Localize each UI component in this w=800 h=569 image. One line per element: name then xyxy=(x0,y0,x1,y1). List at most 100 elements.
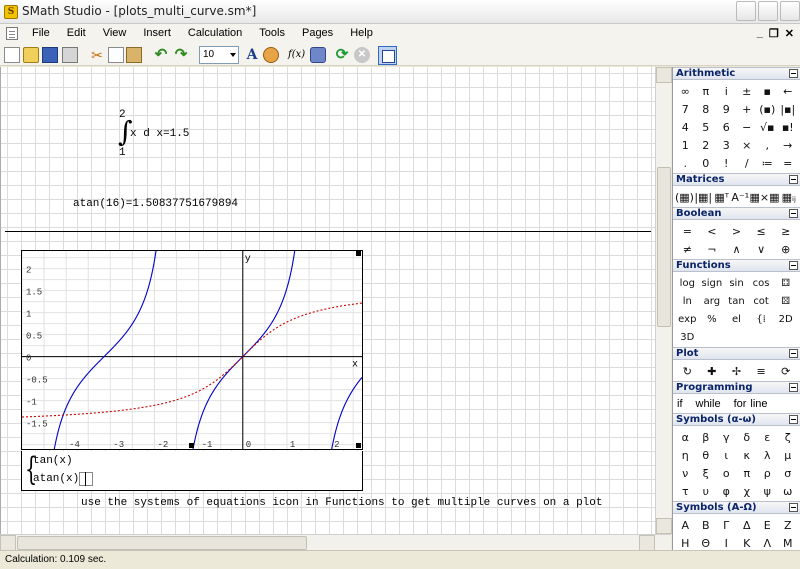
boolean-button[interactable]: = xyxy=(675,222,700,240)
mdi-close-button[interactable]: ✕ xyxy=(785,27,794,40)
save-icon[interactable] xyxy=(42,47,58,63)
font-size-select[interactable]: 10 xyxy=(199,46,239,64)
arithmetic-button[interactable]: , xyxy=(757,136,778,154)
greek-lower-button[interactable]: ρ xyxy=(757,464,778,482)
greek-lower-button[interactable]: β xyxy=(696,428,717,446)
function-button[interactable]: 3D xyxy=(675,328,700,346)
arithmetic-button[interactable]: i xyxy=(716,82,737,100)
greek-upper-button[interactable]: Γ xyxy=(716,516,737,534)
function-button[interactable]: exp xyxy=(675,310,700,328)
matrix-button[interactable]: ▦ᵢⱼ xyxy=(780,188,799,206)
greek-lower-button[interactable]: τ xyxy=(675,482,696,500)
atan-expression[interactable]: atan(16)=1.50837751679894 xyxy=(73,198,238,210)
plot-tool-button[interactable]: ⟳ xyxy=(773,362,798,380)
arithmetic-button[interactable]: π xyxy=(696,82,717,100)
text-format-icon[interactable]: A xyxy=(244,47,260,63)
greek-upper-button[interactable]: Α xyxy=(675,516,696,534)
document-icon[interactable] xyxy=(6,27,18,40)
resize-handle[interactable] xyxy=(356,443,361,448)
arithmetic-button[interactable]: ▪! xyxy=(778,118,799,136)
arithmetic-button[interactable]: √▪ xyxy=(757,118,778,136)
function-button[interactable]: log xyxy=(675,274,700,292)
arithmetic-button[interactable]: |▪| xyxy=(778,100,799,118)
function-button[interactable]: sign xyxy=(700,274,725,292)
greek-lower-button[interactable]: υ xyxy=(696,482,717,500)
greek-lower-button[interactable]: ι xyxy=(716,446,737,464)
greek-lower-button[interactable]: χ xyxy=(737,482,758,500)
arithmetic-button[interactable]: 6 xyxy=(716,118,737,136)
collapse-icon[interactable] xyxy=(789,415,798,424)
arithmetic-button[interactable]: ≔ xyxy=(757,154,778,172)
scroll-thumb[interactable] xyxy=(657,167,671,327)
function-button[interactable]: ⚄ xyxy=(773,292,798,310)
greek-upper-button[interactable]: Δ xyxy=(737,516,758,534)
plot-header[interactable]: Plot xyxy=(673,347,800,360)
menu-insert[interactable]: Insert xyxy=(143,27,171,39)
close-button[interactable] xyxy=(780,1,800,21)
collapse-icon[interactable] xyxy=(789,69,798,78)
minimize-button[interactable] xyxy=(736,1,756,21)
scroll-left-button[interactable] xyxy=(0,535,16,551)
boolean-button[interactable]: ⊕ xyxy=(773,240,798,258)
function-button[interactable]: ⚃ xyxy=(773,274,798,292)
arithmetic-button[interactable]: 7 xyxy=(675,100,696,118)
program-line-button[interactable]: line xyxy=(750,398,767,410)
new-file-icon[interactable] xyxy=(4,47,20,63)
scroll-up-button[interactable] xyxy=(656,67,672,83)
arithmetic-button[interactable]: ± xyxy=(737,82,758,100)
arithmetic-button[interactable]: 1 xyxy=(675,136,696,154)
boolean-button[interactable]: > xyxy=(724,222,749,240)
note-text[interactable]: use the systems of equations icon in Fun… xyxy=(81,497,603,509)
integral-expression[interactable]: 2 ∫ 1 x d x=1.5 xyxy=(118,109,208,161)
greek-lower-button[interactable]: α xyxy=(675,428,696,446)
menu-tools[interactable]: Tools xyxy=(259,27,285,39)
hand-icon[interactable] xyxy=(263,47,279,63)
greek-upper-button[interactable]: Β xyxy=(696,516,717,534)
greek-lower-button[interactable]: θ xyxy=(696,446,717,464)
arithmetic-button[interactable]: 9 xyxy=(716,100,737,118)
arithmetic-button[interactable]: 0 xyxy=(696,154,717,172)
boolean-button[interactable]: ∧ xyxy=(724,240,749,258)
function-button[interactable]: 2D xyxy=(773,310,798,328)
function-button[interactable]: arg xyxy=(700,292,725,310)
page-view-icon[interactable] xyxy=(378,46,397,65)
plot-region[interactable]: 2 1.5 1 0.5 0 -0.5 -1 -1.5 -4 -3 -2 -1 0 1 2 y x xyxy=(21,250,363,450)
collapse-icon[interactable] xyxy=(789,175,798,184)
greek-upper-button[interactable]: Ε xyxy=(757,516,778,534)
plot-function-list[interactable]: { tan(x) atan(x) xyxy=(21,451,363,491)
undo-icon[interactable]: ↶ xyxy=(153,47,169,63)
arithmetic-button[interactable]: 4 xyxy=(675,118,696,136)
programming-header[interactable]: Programming xyxy=(673,381,800,394)
program-while-button[interactable]: while xyxy=(696,398,721,410)
menu-pages[interactable]: Pages xyxy=(302,27,333,39)
cut-icon[interactable]: ✂ xyxy=(89,47,105,63)
arithmetic-button[interactable]: ∞ xyxy=(675,82,696,100)
scroll-down-button[interactable] xyxy=(656,518,672,534)
recalculate-icon[interactable]: ⟳ xyxy=(334,47,350,63)
greek-lower-button[interactable]: ν xyxy=(675,464,696,482)
plot-tool-button[interactable]: ✚ xyxy=(700,362,725,380)
matrices-header[interactable]: Matrices xyxy=(673,173,800,186)
menu-help[interactable]: Help xyxy=(350,27,373,39)
collapse-icon[interactable] xyxy=(789,209,798,218)
matrix-button[interactable]: (▦) xyxy=(675,188,694,206)
greek-lower-button[interactable]: ω xyxy=(778,482,799,500)
greek-upper-button[interactable]: Ζ xyxy=(778,516,799,534)
program-for-button[interactable]: for xyxy=(734,398,747,410)
plot-tool-button[interactable]: ≡ xyxy=(749,362,774,380)
function-button[interactable]: % xyxy=(700,310,725,328)
function-icon[interactable]: f(x) xyxy=(288,47,308,63)
resize-handle[interactable] xyxy=(356,251,361,256)
greek-lower-header[interactable]: Symbols (α-ω) xyxy=(673,413,800,426)
arithmetic-button[interactable]: × xyxy=(737,136,758,154)
boolean-button[interactable]: ≥ xyxy=(773,222,798,240)
function-button[interactable]: sin xyxy=(724,274,749,292)
function-button[interactable]: tan xyxy=(724,292,749,310)
greek-lower-button[interactable]: δ xyxy=(737,428,758,446)
greek-lower-button[interactable]: μ xyxy=(778,446,799,464)
function-button[interactable]: cot xyxy=(749,292,774,310)
arithmetic-button[interactable]: (▪) xyxy=(757,100,778,118)
greek-lower-button[interactable]: λ xyxy=(757,446,778,464)
menu-file[interactable]: File xyxy=(32,27,50,39)
resize-handle[interactable] xyxy=(189,443,194,448)
